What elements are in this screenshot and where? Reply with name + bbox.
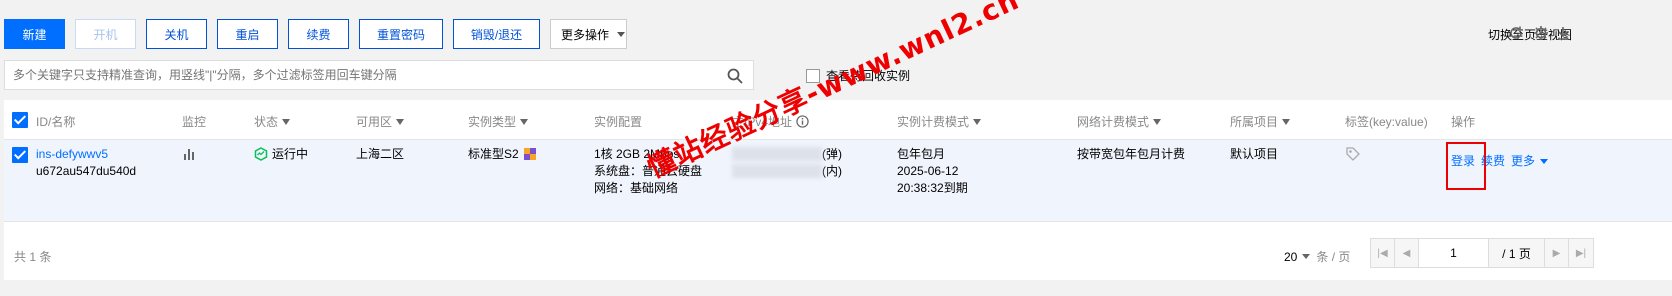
- chevron-down-icon: [1302, 254, 1311, 259]
- renew-button[interactable]: 续费: [288, 19, 349, 49]
- header-status[interactable]: 状态: [254, 113, 291, 130]
- ip-private-redacted: [732, 164, 822, 178]
- zone-value: 上海二区: [356, 147, 405, 161]
- header-tags: 标签(key:value): [1345, 115, 1428, 129]
- header-billing-mode[interactable]: 实例计费模式: [897, 113, 982, 130]
- page-size-unit: 条 / 页: [1316, 250, 1351, 264]
- running-icon: [254, 147, 268, 161]
- ip-private-suffix: (内): [822, 164, 842, 178]
- network-billing-value: 按带宽包年包月计费: [1077, 147, 1186, 161]
- total-pages: / 1 页: [1489, 239, 1545, 267]
- billing-line-1: 包年包月: [897, 147, 946, 161]
- chevron-down-icon: [1540, 158, 1549, 164]
- header-instance-type[interactable]: 实例类型: [468, 113, 529, 130]
- more-dropdown[interactable]: 更多: [1511, 152, 1549, 170]
- toolbar: 新建 开机 关机 重启 续费 重置密码 销毁/退还 更多操作 切换至页签视图: [0, 0, 1672, 56]
- header-billing-mode-label: 实例计费模式: [897, 115, 970, 129]
- instance-type-value: 标准型S2: [468, 147, 519, 161]
- page-size-select[interactable]: 20 条 / 页: [1284, 248, 1350, 265]
- filter-icon[interactable]: [282, 118, 291, 125]
- more-actions-dropdown[interactable]: 更多操作: [550, 19, 627, 49]
- download-icon[interactable]: [1556, 25, 1570, 41]
- monitor-icon[interactable]: [184, 147, 196, 165]
- ip-public-redacted: [732, 147, 822, 161]
- destroy-return-button[interactable]: 销毁/退还: [453, 19, 540, 49]
- status-label: 运行中: [272, 147, 309, 161]
- project-value: 默认项目: [1230, 147, 1279, 161]
- header-actions: 操作: [1451, 115, 1476, 129]
- table-header: ID/名称 监控 状态 可用区 实例类型 实例配置 主IPv4地址 实例计费模式…: [4, 100, 1672, 140]
- restart-button[interactable]: 重启: [217, 19, 278, 49]
- filter-icon[interactable]: [1282, 118, 1291, 125]
- row-checkbox[interactable]: [12, 147, 28, 163]
- instance-type-badge-icon: [523, 148, 536, 160]
- filter-icon[interactable]: [520, 118, 529, 125]
- header-instance-type-label: 实例类型: [468, 115, 517, 129]
- gear-icon[interactable]: [1533, 25, 1549, 41]
- page-size-value: 20: [1284, 249, 1298, 264]
- filter-icon[interactable]: [396, 118, 405, 125]
- power-off-button[interactable]: 关机: [146, 19, 207, 49]
- header-id-name: ID/名称: [36, 115, 76, 129]
- login-button[interactable]: 登录: [1451, 152, 1475, 170]
- instance-name: u672au547du540d: [36, 164, 137, 178]
- next-page-icon[interactable]: ▶: [1545, 239, 1569, 267]
- search-field[interactable]: [4, 60, 754, 90]
- more-actions-label: 更多操作: [561, 27, 610, 42]
- search-input[interactable]: [5, 61, 753, 89]
- ip-private: (内): [732, 162, 842, 180]
- first-page-icon[interactable]: |◀: [1371, 239, 1395, 267]
- header-status-label: 状态: [254, 115, 279, 129]
- new-button[interactable]: 新建: [4, 19, 65, 49]
- instance-table: ID/名称 监控 状态 可用区 实例类型 实例配置 主IPv4地址 实例计费模式…: [4, 100, 1672, 280]
- header-network-billing-label: 网络计费模式: [1077, 115, 1150, 129]
- tag-icon[interactable]: [1345, 146, 1361, 167]
- page-number-input[interactable]: 1: [1419, 239, 1489, 267]
- renew-link[interactable]: 续费: [1481, 152, 1505, 170]
- instance-id-link[interactable]: ins-defywwv5: [36, 145, 108, 163]
- search-icon[interactable]: [727, 68, 743, 84]
- header-zone-label: 可用区: [356, 115, 393, 129]
- header-zone[interactable]: 可用区: [356, 113, 405, 130]
- ip-public: (弹): [732, 145, 842, 163]
- total-count: 共 1 条: [14, 250, 52, 264]
- table-footer: 共 1 条 20 条 / 页 |◀ ◀ 1 / 1 页 ▶ ▶|: [4, 222, 1672, 280]
- table-row[interactable]: ins-defywwv5 u672au547du540d 运行中 上海二区 标准…: [4, 140, 1672, 222]
- chevron-down-icon: [617, 31, 626, 37]
- refresh-icon[interactable]: [1508, 25, 1524, 41]
- status-badge: 运行中: [254, 145, 308, 163]
- select-all-checkbox[interactable]: [12, 112, 28, 128]
- reset-password-button[interactable]: 重置密码: [359, 19, 443, 49]
- billing-line-3: 20:38:32到期: [897, 181, 968, 195]
- header-project-label: 所属项目: [1230, 115, 1279, 129]
- filter-icon[interactable]: [1153, 118, 1162, 125]
- pagination: |◀ ◀ 1 / 1 页 ▶ ▶|: [1370, 238, 1594, 268]
- header-config: 实例配置: [594, 115, 643, 129]
- header-monitor: 监控: [182, 115, 207, 129]
- filter-icon[interactable]: [973, 118, 982, 125]
- header-network-billing[interactable]: 网络计费模式: [1077, 113, 1162, 130]
- more-label: 更多: [1511, 154, 1536, 168]
- instance-type-cell: 标准型S2: [468, 145, 537, 163]
- ip-public-suffix: (弹): [822, 147, 842, 161]
- last-page-icon[interactable]: ▶|: [1569, 239, 1593, 267]
- header-project[interactable]: 所属项目: [1230, 113, 1291, 130]
- billing-line-2: 2025-06-12: [897, 164, 959, 178]
- prev-page-icon[interactable]: ◀: [1395, 239, 1419, 267]
- power-on-button[interactable]: 开机: [75, 19, 136, 49]
